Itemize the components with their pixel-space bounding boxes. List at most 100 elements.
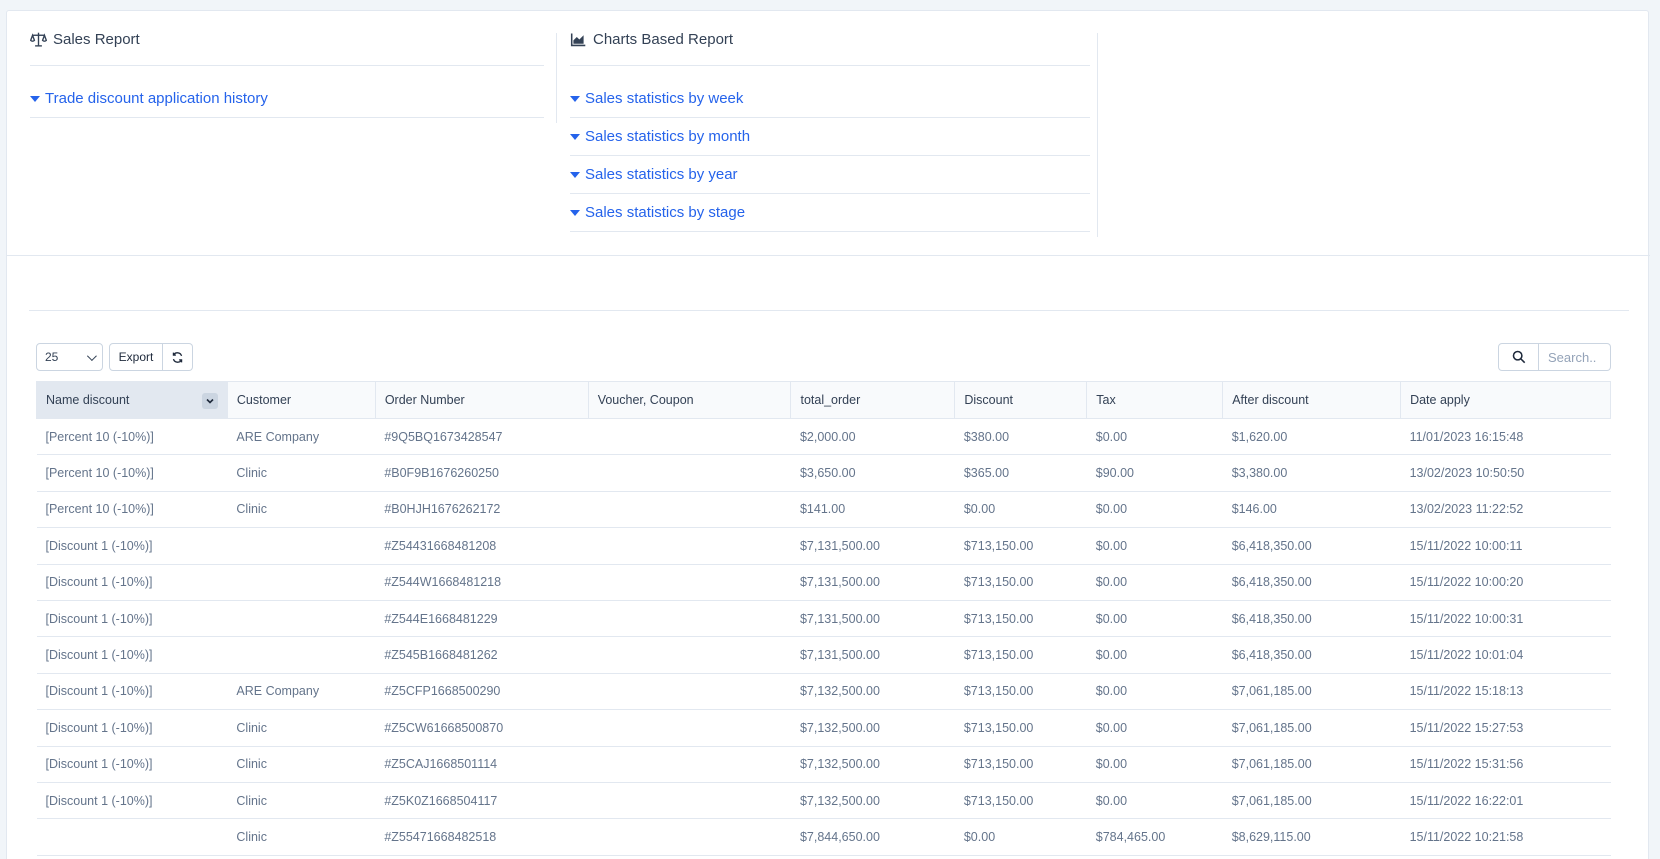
charts-report-link[interactable]: Sales statistics by stage	[570, 194, 1090, 232]
table-cell: $141.00	[790, 491, 955, 529]
table-cell: Clinic	[227, 818, 376, 856]
column-header[interactable]: Order Number	[374, 381, 589, 419]
refresh-button[interactable]	[163, 343, 193, 371]
column-header-label: Customer	[236, 393, 292, 407]
column-header[interactable]: After discount	[1222, 381, 1402, 419]
sales-report-link[interactable]: Trade discount application history	[30, 80, 544, 118]
export-button-group: Export	[109, 343, 193, 371]
table-cell: $0.00	[1086, 746, 1223, 783]
table-row[interactable]: [Discount 1 (-10%)] Clinic #Z5K0Z166850411…	[36, 782, 1611, 820]
table-cell: 15/11/2022 16:22:01	[1400, 782, 1611, 820]
search-icon	[1512, 350, 1525, 364]
table-cell: $365.00	[954, 454, 1087, 492]
table-cell: #Z54431668481208	[375, 527, 589, 565]
export-button[interactable]: Export	[109, 343, 163, 371]
column-header[interactable]: Discount	[954, 381, 1088, 419]
table-cell: [Discount 1 (-10%)]	[36, 600, 228, 638]
refresh-icon	[172, 351, 183, 363]
column-header-label: After discount	[1232, 393, 1309, 407]
table-cell: Clinic	[227, 491, 376, 529]
table-row[interactable]: [Discount 1 (-10%)] Clinic #Z5CW6166850087…	[36, 709, 1611, 747]
table-row[interactable]: [Discount 1 (-10%)] Clinic #Z5CAJ166850111…	[36, 746, 1611, 783]
table-cell: [Discount 1 (-10%)]	[36, 746, 228, 783]
table-cell: $3,380.00	[1222, 454, 1401, 492]
caret-down-icon	[570, 95, 580, 102]
table-cell: [Discount 1 (-10%)]	[36, 527, 228, 565]
column-header-label: Tax	[1096, 393, 1116, 407]
table-cell: [Discount 1 (-10%)]	[36, 782, 228, 820]
column-header[interactable]: Date apply	[1400, 381, 1611, 419]
table-toolbar: 25 Export	[36, 343, 1611, 371]
table-cell: Clinic	[227, 782, 376, 820]
table-cell: Clinic	[227, 746, 376, 783]
column-header[interactable]: total_order	[790, 381, 956, 419]
table-cell	[588, 600, 791, 638]
table-cell: $713,150.00	[954, 600, 1087, 638]
table-cell	[588, 454, 791, 492]
table-cell: $0.00	[1086, 564, 1223, 601]
sales-report-title: Sales Report	[53, 30, 140, 48]
table-cell	[588, 636, 791, 674]
column-divider	[1097, 33, 1098, 237]
table-cell: $784,465.00	[1086, 818, 1223, 856]
section-divider	[29, 310, 1629, 311]
area-chart-icon	[570, 33, 586, 46]
table-cell: $0.00	[1086, 600, 1223, 638]
table-cell: 15/11/2022 10:00:31	[1400, 600, 1611, 638]
search-button[interactable]	[1498, 343, 1539, 371]
charts-report-column: Charts Based Report Sales statistics by …	[570, 11, 1090, 232]
caret-down-icon	[570, 133, 580, 140]
page-size-select[interactable]: 25	[36, 343, 103, 371]
table-header-row: Name discount Customer Order Number Voucher…	[36, 381, 1611, 419]
table-cell: [Discount 1 (-10%)]	[36, 564, 228, 601]
table-cell: 15/11/2022 15:31:56	[1400, 746, 1611, 783]
table-cell: $6,418,350.00	[1222, 564, 1401, 601]
column-header[interactable]: Tax	[1086, 381, 1224, 419]
table-cell: #Z5CW61668500870	[375, 709, 589, 747]
table-row[interactable]: [Discount 1 (-10%)] #Z544W1668481218 $7,13…	[36, 564, 1611, 601]
table-cell: $3,650.00	[790, 454, 955, 492]
table-row[interactable]: [Percent 10 (-10%)] Clinic #B0HJH167626217…	[36, 491, 1611, 529]
charts-report-link-label: Sales statistics by year	[585, 166, 738, 183]
caret-down-icon	[30, 95, 40, 102]
table-cell: #B0F9B1676260250	[375, 454, 589, 492]
column-header-label: Date apply	[1410, 393, 1470, 407]
charts-report-link-label: Sales statistics by week	[585, 90, 744, 107]
charts-report-link-label: Sales statistics by stage	[585, 204, 746, 221]
table-cell: $0.00	[1086, 491, 1223, 529]
sales-report-links: Trade discount application history	[30, 66, 544, 118]
table-cell: 15/11/2022 15:27:53	[1400, 709, 1611, 747]
charts-report-link[interactable]: Sales statistics by month	[570, 118, 1090, 156]
charts-report-link[interactable]: Sales statistics by week	[570, 80, 1090, 118]
table-cell: $0.00	[1086, 709, 1223, 747]
table-cell: Clinic	[227, 709, 376, 747]
table-cell: #Z545B1668481262	[375, 636, 589, 674]
column-header[interactable]: Voucher, Coupon	[587, 381, 792, 419]
table-row[interactable]: [Discount 1 (-10%)] #Z544E1668481229 $7,13…	[36, 600, 1611, 638]
table-cell: ARE Company	[227, 418, 376, 456]
sales-report-column: Sales Report Trade discount application …	[30, 11, 544, 118]
table-cell: [Discount 1 (-10%)]	[36, 673, 228, 711]
table-cell: #Z5K0Z1668504117	[375, 782, 589, 820]
table-cell: $0.00	[954, 491, 1087, 529]
table-row[interactable]: [Discount 1 (-10%)] #Z54431668481208 $7,13…	[36, 527, 1611, 565]
column-header-label: Name discount	[46, 393, 130, 407]
search-input[interactable]	[1539, 343, 1611, 371]
table-cell: #Z544W1668481218	[375, 564, 589, 601]
column-header[interactable]: Customer	[226, 381, 376, 419]
table-cell: $0.00	[1086, 673, 1223, 711]
sales-report-header: Sales Report	[30, 11, 544, 66]
table-cell: [Percent 10 (-10%)]	[36, 491, 228, 529]
table-row[interactable]: Clinic #Z55471668482518 $7,844,650.00 $0.00…	[36, 818, 1611, 856]
table-row[interactable]: [Discount 1 (-10%)] ARE Company #Z5CFP1668…	[36, 673, 1611, 711]
table-cell: $7,061,185.00	[1222, 782, 1401, 820]
table-row[interactable]: [Percent 10 (-10%)] ARE Company #9Q5BQ1673…	[36, 418, 1611, 456]
charts-report-link[interactable]: Sales statistics by year	[570, 156, 1090, 194]
search-group	[1498, 343, 1611, 371]
column-header[interactable]: Name discount	[36, 381, 228, 419]
caret-down-icon	[570, 209, 580, 216]
table-row[interactable]: [Discount 1 (-10%)] #Z545B1668481262 $7,13…	[36, 636, 1611, 674]
table-row[interactable]: [Percent 10 (-10%)] Clinic #B0F9B167626025…	[36, 454, 1611, 492]
table-cell	[227, 636, 376, 674]
sort-dropdown-button[interactable]	[201, 393, 218, 409]
